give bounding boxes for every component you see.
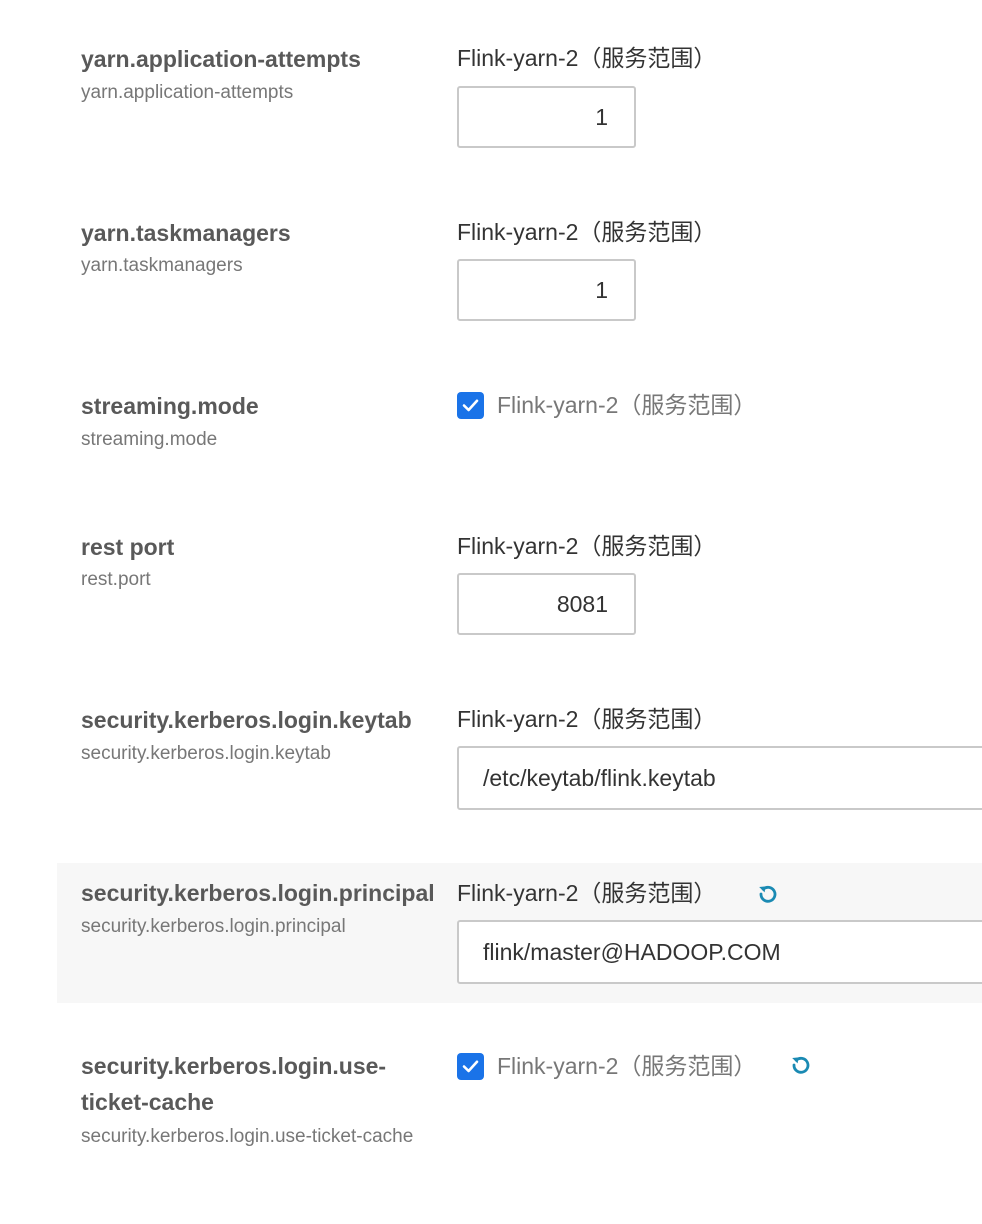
property-display-name: yarn.application-attempts <box>81 46 361 72</box>
scope-label: Flink-yarn-2（服务范围） <box>497 1053 757 1079</box>
property-key: yarn.taskmanagers <box>81 255 243 276</box>
undo-icon[interactable] <box>790 1054 812 1076</box>
property-display-name: rest port <box>81 534 175 560</box>
scope-checkbox-control[interactable]: Flink-yarn-2（服务范围） <box>457 389 756 421</box>
property-display-name: security.kerberos.login.keytab <box>81 707 412 733</box>
property-key: security.kerberos.login.principal <box>81 916 346 937</box>
config-row-kerberos-use-ticket-cache: security.kerberos.login.use-ticket-cache… <box>57 1003 982 1224</box>
scope-checkbox-control[interactable]: Flink-yarn-2（服务范围） <box>457 1050 756 1082</box>
value-input[interactable] <box>457 746 982 810</box>
value-input[interactable] <box>457 86 636 148</box>
property-display-name: streaming.mode <box>81 393 259 419</box>
config-row-yarn-application-attempts: yarn.application-attempts yarn.applicati… <box>57 0 982 170</box>
property-display-name: security.kerberos.login.use-ticket-cache <box>81 1053 387 1115</box>
undo-icon[interactable] <box>757 883 779 905</box>
scope-label: Flink-yarn-2（服务范围） <box>457 45 717 71</box>
scope-label: Flink-yarn-2（服务范围） <box>457 219 717 245</box>
scope-label: Flink-yarn-2（服务范围） <box>457 533 717 559</box>
config-row-yarn-taskmanagers: yarn.taskmanagers yarn.taskmanagers Flin… <box>57 170 982 340</box>
checkbox-checked-icon[interactable] <box>457 1052 484 1080</box>
scope-label: Flink-yarn-2（服务范围） <box>457 880 717 906</box>
property-display-name: yarn.taskmanagers <box>81 220 291 246</box>
config-row-rest-port: rest port rest.port Flink-yarn-2（服务范围） <box>57 500 982 670</box>
property-display-name: security.kerberos.login.principal <box>81 880 435 906</box>
property-key: security.kerberos.login.use-ticket-cache <box>81 1126 414 1147</box>
property-key: streaming.mode <box>81 429 218 450</box>
config-row-streaming-mode: streaming.mode streaming.mode Flink-yarn… <box>57 340 982 500</box>
value-input[interactable] <box>457 259 636 321</box>
scope-label: Flink-yarn-2（服务范围） <box>457 706 717 732</box>
value-input[interactable] <box>457 573 636 635</box>
property-key: yarn.application-attempts <box>81 82 294 103</box>
property-key: security.kerberos.login.keytab <box>81 743 331 764</box>
scope-label: Flink-yarn-2（服务范围） <box>497 392 757 418</box>
value-input[interactable] <box>457 920 982 984</box>
config-row-kerberos-principal: security.kerberos.login.principal securi… <box>57 863 982 1003</box>
checkbox-checked-icon[interactable] <box>457 391 484 419</box>
property-key: rest.port <box>81 569 151 590</box>
config-row-kerberos-keytab: security.kerberos.login.keytab security.… <box>57 670 982 863</box>
